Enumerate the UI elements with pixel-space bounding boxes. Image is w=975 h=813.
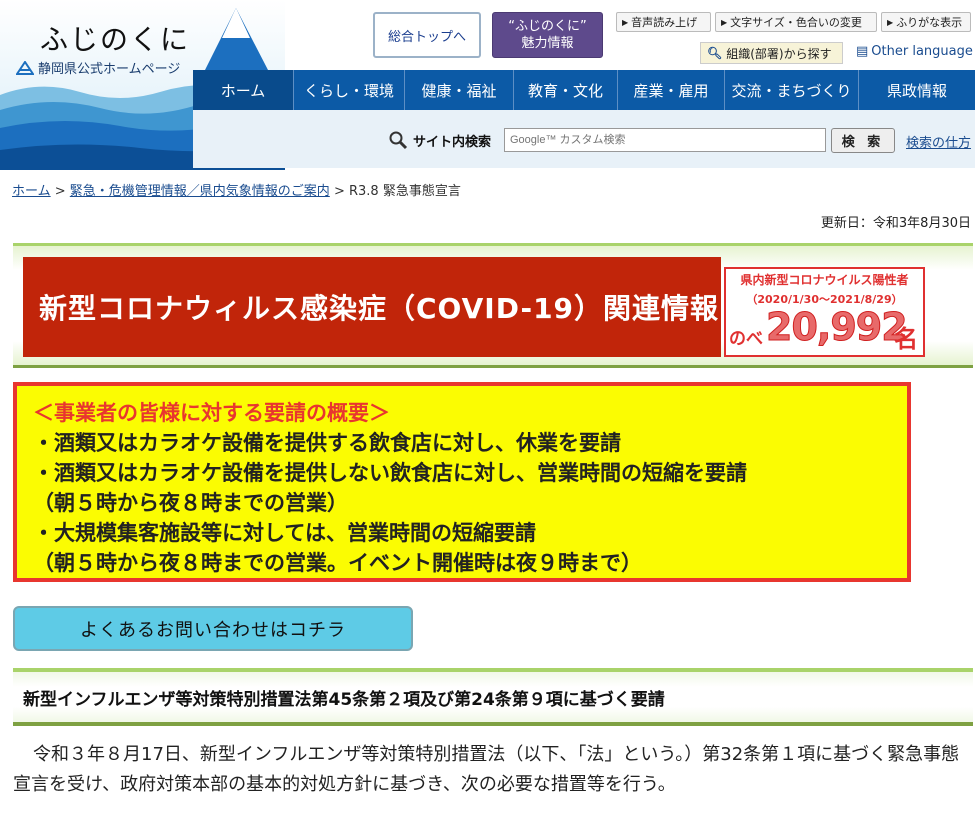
voice-readout-button[interactable]: ▶ 音声読み上げ <box>616 12 711 32</box>
charm-button-line1: “ふじのくに” <box>508 19 587 34</box>
request-line: ・大規模集客施設等に対しては、営業時間の短縮要請 <box>33 521 536 545</box>
count-prefix: のべ <box>729 329 763 349</box>
nav-exchange-town[interactable]: 交流・まちづくり <box>725 70 859 110</box>
nav-home[interactable]: ホーム <box>193 70 294 110</box>
text-size-color-button[interactable]: ▶ 文字サイズ・色合いの変更 <box>715 12 877 32</box>
search-input[interactable] <box>504 128 826 152</box>
nav-prefectural-info[interactable]: 県政情報 <box>859 70 975 110</box>
site-search-label: サイト内検索 <box>388 130 491 150</box>
count-label: 県内新型コロナウイルス陽性者 <box>740 273 909 287</box>
voice-readout-label: 音声読み上げ <box>631 16 698 29</box>
count-value: 20,992 <box>766 305 909 350</box>
text-size-color-label: 文字サイズ・色合いの変更 <box>730 16 862 29</box>
triangle-right-icon: ▶ <box>721 17 728 27</box>
breadcrumb-separator: > <box>329 184 349 199</box>
breadcrumb: ホーム > 緊急・危機管理情報／県内気象情報のご案内 > R3.8 緊急事態宣言 <box>12 180 461 199</box>
org-search-button[interactable]: 🔍︎ 組織(部署)から探す <box>700 42 843 64</box>
general-top-button[interactable]: 総合トップへ <box>373 12 481 58</box>
covid-banner-title[interactable]: 新型コロナウィルス感染症（COVID-19）関連情報 <box>23 257 721 357</box>
triangle-right-icon: ▶ <box>887 17 894 27</box>
site-search-bar: サイト内検索 検 索 検索の仕方 <box>193 110 975 168</box>
charm-button-line2: 魅力情報 <box>521 36 574 51</box>
breadcrumb-home[interactable]: ホーム <box>12 184 51 199</box>
body-paragraph: 令和３年８月17日、新型インフルエンザ等対策特別措置法（以下、「法」という。）第… <box>13 744 960 795</box>
section-heading: 新型インフルエンザ等対策特別措置法第45条第２項及び第24条第９項に基づく要請 <box>13 668 973 726</box>
global-navigation: ホーム くらし・環境 健康・福祉 教育・文化 産業・雇用 交流・まちづくり 県政… <box>193 70 975 110</box>
nav-education-culture[interactable]: 教育・文化 <box>514 70 618 110</box>
request-summary-heading: ＜事業者の皆様に対する要請の概要＞ <box>33 401 390 425</box>
search-icon: 🔍︎ <box>707 46 723 60</box>
faq-button[interactable]: よくあるお問い合わせはコチラ <box>13 606 413 651</box>
site-search-label-text: サイト内検索 <box>413 134 492 150</box>
furigana-label: ふりがな表示 <box>896 16 963 29</box>
prefecture-emblem-icon <box>16 60 34 75</box>
other-language-label: Other language <box>871 44 973 59</box>
nav-health-welfare[interactable]: 健康・福祉 <box>405 70 514 110</box>
document-icon: ▤ <box>856 44 869 59</box>
request-line: （朝５時から夜８時までの営業。イベント開催時は夜９時まで） <box>33 551 642 575</box>
other-language-link[interactable]: ▤ Other language <box>856 44 973 59</box>
request-line: （朝５時から夜８時までの営業） <box>33 491 348 515</box>
furigana-button[interactable]: ▶ ふりがな表示 <box>881 12 971 32</box>
site-logo-subtitle-text: 静岡県公式ホームページ <box>38 62 181 77</box>
org-search-label: 組織(部署)から探す <box>726 46 832 61</box>
breadcrumb-current: R3.8 緊急事態宣言 <box>348 184 461 199</box>
fujinokuni-charm-button[interactable]: “ふじのくに” 魅力情報 <box>492 12 603 58</box>
site-header: ふじのくに 静岡県公式ホームページ 総合トップへ “ふじのくに” 魅力情報 ▶ 音… <box>0 0 975 170</box>
nav-industry-employment[interactable]: 産業・雇用 <box>618 70 725 110</box>
updated-date: 更新日：令和3年8月30日 <box>820 216 971 231</box>
site-logo-subtitle[interactable]: 静岡県公式ホームページ <box>16 58 180 77</box>
request-line: ・酒類又はカラオケ設備を提供する飲食店に対し、休業を要請 <box>33 431 621 455</box>
request-line: ・酒類又はカラオケ設備を提供しない飲食店に対し、営業時間の短縮を要請 <box>33 461 747 485</box>
breadcrumb-separator: > <box>50 184 70 199</box>
count-suffix: 名 <box>894 325 918 353</box>
breadcrumb-parent[interactable]: 緊急・危機管理情報／県内気象情報のご案内 <box>70 184 330 199</box>
nav-living-environment[interactable]: くらし・環境 <box>294 70 405 110</box>
covid-banner[interactable]: 新型コロナウィルス感染症（COVID-19）関連情報 県内新型コロナウイルス陽性… <box>13 243 973 368</box>
search-help-link[interactable]: 検索の仕方 <box>906 132 971 151</box>
triangle-right-icon: ▶ <box>622 17 629 27</box>
covid-positive-count-box: 県内新型コロナウイルス陽性者 （2020/1/30〜2021/8/29） のべ … <box>724 267 925 357</box>
business-request-summary: ＜事業者の皆様に対する要請の概要＞ ・酒類又はカラオケ設備を提供する飲食店に対し… <box>13 382 911 582</box>
magnifier-icon <box>389 131 408 150</box>
search-button[interactable]: 検 索 <box>831 128 895 153</box>
site-logo-title[interactable]: ふじのくに <box>40 18 190 58</box>
